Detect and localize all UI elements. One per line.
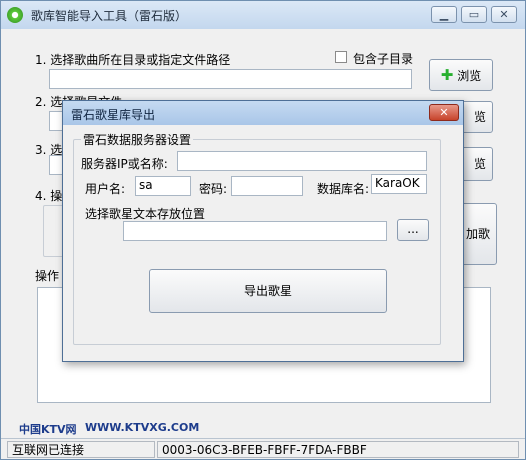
title-bar[interactable]: 歌库智能导入工具（雷石版） ▁ ▭ ✕ bbox=[1, 1, 525, 29]
close-button[interactable]: ✕ bbox=[491, 6, 517, 23]
app-icon bbox=[7, 7, 23, 23]
song-path-input[interactable] bbox=[49, 69, 412, 89]
password-input[interactable] bbox=[231, 176, 303, 196]
export-dialog: 雷石歌星库导出 ✕ 雷石数据服务器设置 服务器IP或名称: 用户名: sa 密码… bbox=[62, 100, 464, 362]
brand-url[interactable]: WWW.KTVXG.COM bbox=[85, 421, 199, 434]
server-input[interactable] bbox=[177, 151, 427, 171]
database-input[interactable]: KaraOK bbox=[371, 174, 427, 194]
singer-browse-label: 览 bbox=[473, 110, 486, 124]
browse-button[interactable]: ✚ 浏览 bbox=[429, 59, 493, 91]
add-songs-label: 加歌 bbox=[465, 227, 490, 241]
password-label: 密码: bbox=[199, 182, 228, 196]
include-subdirs-label: 包含子目录 bbox=[353, 52, 414, 66]
path-label: 选择歌星文本存放位置 bbox=[85, 207, 206, 221]
username-label: 用户名: bbox=[85, 182, 126, 196]
dialog-title-bar[interactable]: 雷石歌星库导出 ✕ bbox=[63, 101, 463, 125]
brand-name: 中国KTV网 bbox=[19, 423, 77, 436]
connection-status: 互联网已连接 bbox=[7, 441, 155, 458]
export-singers-button[interactable]: 导出歌星 bbox=[149, 269, 387, 313]
step1-label: 1. 选择歌曲所在目录或指定文件路径 bbox=[35, 53, 231, 67]
browse-label: 浏览 bbox=[457, 69, 482, 83]
step3-browse-label: 览 bbox=[473, 157, 486, 171]
export-path-input[interactable] bbox=[123, 221, 387, 241]
minimize-button[interactable]: ▁ bbox=[431, 6, 457, 23]
step4-label: 4. 操 bbox=[35, 189, 63, 203]
status-bar: 互联网已连接 0003-06C3-BFEB-FBFF-7FDA-FBBF bbox=[1, 438, 525, 459]
machine-code: 0003-06C3-BFEB-FBFF-7FDA-FBBF bbox=[157, 441, 519, 458]
server-label: 服务器IP或名称: bbox=[81, 157, 168, 171]
username-input[interactable]: sa bbox=[135, 176, 191, 196]
include-subdirs-checkbox[interactable] bbox=[335, 51, 347, 63]
dialog-title: 雷石歌星库导出 bbox=[71, 108, 156, 122]
path-browse-button[interactable]: ... bbox=[397, 219, 429, 241]
log-label: 操作 bbox=[35, 269, 60, 283]
server-settings-label: 雷石数据服务器设置 bbox=[81, 131, 194, 148]
plus-icon: ✚ bbox=[440, 66, 454, 84]
database-label: 数据库名: bbox=[317, 182, 370, 196]
restore-button[interactable]: ▭ bbox=[461, 6, 487, 23]
dialog-close-button[interactable]: ✕ bbox=[429, 104, 459, 121]
window-title: 歌库智能导入工具（雷石版） bbox=[31, 9, 188, 23]
